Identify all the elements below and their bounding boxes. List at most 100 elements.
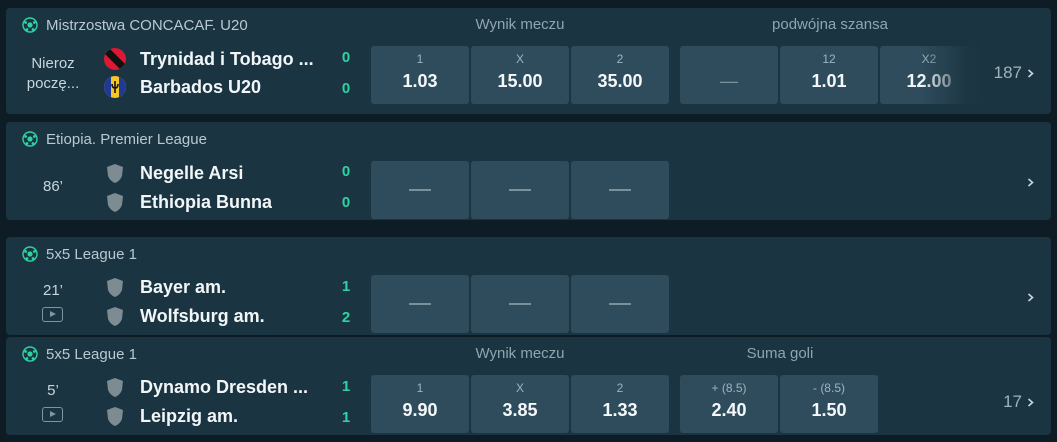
match-status-line: Nieroz: [31, 55, 75, 72]
team-score: 0: [341, 49, 351, 66]
more-markets-count: 17: [1003, 392, 1022, 411]
market-group-label: Wynik meczu: [475, 16, 565, 33]
odd-value: 15.00: [497, 71, 543, 91]
odd-value: 1.01: [811, 71, 847, 91]
odd-value: 35.00: [597, 71, 643, 91]
odd-label: + (8.5): [711, 381, 747, 395]
soccer-ball-icon: [22, 346, 38, 362]
chevron-right-icon: [1027, 293, 1034, 302]
team-row[interactable]: Dynamo Dresden ...: [104, 374, 308, 400]
dash-icon: [609, 189, 631, 191]
team-row[interactable]: Wolfsburg am.: [104, 303, 265, 329]
market-group-label: Wynik meczu: [475, 345, 565, 362]
team-row[interactable]: Ethiopia Bunna: [104, 189, 272, 215]
match-time: 5’: [47, 382, 59, 399]
league-header[interactable]: Mistrzostwa CONCACAF. U20: [22, 16, 248, 34]
odd-button-unavailable[interactable]: [471, 275, 569, 333]
odd-value: 1.03: [402, 71, 438, 91]
odd-button[interactable]: - (8.5) 1.50: [780, 375, 878, 433]
odd-button[interactable]: 12 1.01: [780, 46, 878, 104]
odd-button-unavailable[interactable]: [471, 161, 569, 219]
team-row[interactable]: Barbados U20: [104, 74, 261, 100]
odd-label: 1: [416, 52, 424, 66]
odd-button[interactable]: 1 1.03: [371, 46, 469, 104]
chevron-right-icon: [1027, 68, 1034, 78]
team-score: 1: [341, 409, 351, 426]
team-shield-icon: [107, 407, 123, 426]
soccer-ball-icon: [22, 17, 38, 33]
odd-button[interactable]: X 3.85: [471, 375, 569, 433]
league-header[interactable]: 5x5 League 1: [22, 245, 137, 263]
match-card[interactable]: 5x5 League 1 21’ Bayer am. Wolfsburg am.…: [6, 237, 1051, 335]
odd-label: 1: [416, 381, 424, 395]
team-name: Dynamo Dresden ...: [140, 376, 309, 397]
team-shield-icon: [107, 193, 123, 212]
team-row[interactable]: Bayer am.: [104, 274, 226, 300]
odd-value: 1.50: [811, 400, 847, 420]
chevron-right-icon: [1027, 178, 1034, 187]
more-markets-link[interactable]: [1026, 178, 1035, 187]
team-name: Leipzig am.: [140, 405, 239, 426]
odd-label: - (8.5): [812, 381, 845, 395]
match-status: Nieroz poczę...: [18, 54, 88, 94]
team-score: 0: [341, 194, 351, 211]
odd-label: 2: [616, 381, 624, 395]
team-score: 2: [341, 309, 351, 326]
odd-value: —: [720, 71, 738, 91]
odd-value: 1.33: [602, 400, 638, 420]
league-header[interactable]: 5x5 League 1: [22, 345, 137, 363]
scroll-fade: [921, 46, 981, 104]
soccer-ball-icon: [22, 131, 38, 147]
odd-label: X: [515, 52, 524, 66]
team-score: 0: [341, 163, 351, 180]
team-score: 0: [341, 80, 351, 97]
odd-label: X: [515, 381, 524, 395]
odd-button[interactable]: 1 9.90: [371, 375, 469, 433]
team-name: Wolfsburg am.: [140, 305, 265, 326]
market-group-label: Suma goli: [746, 345, 814, 362]
odd-button-unavailable[interactable]: [571, 275, 669, 333]
team-shield-icon: [107, 307, 123, 326]
match-status-line: poczę...: [26, 75, 80, 92]
team-name: Bayer am.: [140, 276, 227, 297]
odd-button[interactable]: X 15.00: [471, 46, 569, 104]
dash-icon: [409, 189, 431, 191]
video-icon[interactable]: [42, 407, 63, 422]
team-name: Trynidad i Tobago ...: [140, 48, 314, 69]
odd-value: 2.40: [711, 400, 747, 420]
league-name: Mistrzostwa CONCACAF. U20: [46, 16, 248, 34]
team-row[interactable]: Trynidad i Tobago ...: [104, 46, 314, 72]
team-score: 1: [341, 378, 351, 395]
odd-button[interactable]: + (8.5) 2.40: [680, 375, 778, 433]
team-name: Barbados U20: [140, 76, 262, 97]
odd-label: 2: [616, 52, 624, 66]
league-header[interactable]: Etiopia. Premier League: [22, 130, 207, 148]
odd-label: 12: [822, 52, 836, 66]
chevron-right-icon: [1027, 397, 1034, 407]
odd-button[interactable]: 2 35.00: [571, 46, 669, 104]
dash-icon: [609, 303, 631, 305]
barbados-flag-icon: [104, 76, 126, 98]
team-shield-icon: [107, 378, 123, 397]
odd-button-unavailable[interactable]: [371, 161, 469, 219]
team-row[interactable]: Leipzig am.: [104, 403, 238, 429]
more-markets-link[interactable]: [1026, 293, 1035, 302]
dash-icon: [409, 303, 431, 305]
odd-value: 3.85: [502, 400, 538, 420]
odd-button[interactable]: 2 1.33: [571, 375, 669, 433]
team-shield-icon: [107, 164, 123, 183]
team-row[interactable]: Negelle Arsi: [104, 160, 243, 186]
odd-button-unavailable[interactable]: [571, 161, 669, 219]
odd-button-unavailable[interactable]: [371, 275, 469, 333]
trinidad-flag-icon: [104, 48, 126, 70]
match-card[interactable]: Etiopia. Premier League 86’ Negelle Arsi…: [6, 122, 1051, 220]
dash-icon: [509, 189, 531, 191]
video-icon[interactable]: [42, 307, 63, 322]
more-markets-link[interactable]: 17: [1003, 392, 1035, 412]
match-card[interactable]: 5x5 League 1 Wynik meczu Suma goli 5’ Dy…: [6, 337, 1051, 435]
odd-button-unavailable[interactable]: —: [680, 46, 778, 104]
team-name: Ethiopia Bunna: [140, 191, 272, 212]
league-name: 5x5 League 1: [46, 245, 137, 263]
more-markets-link[interactable]: 187: [994, 63, 1035, 83]
match-card[interactable]: Mistrzostwa CONCACAF. U20 Wynik meczu po…: [6, 8, 1051, 114]
